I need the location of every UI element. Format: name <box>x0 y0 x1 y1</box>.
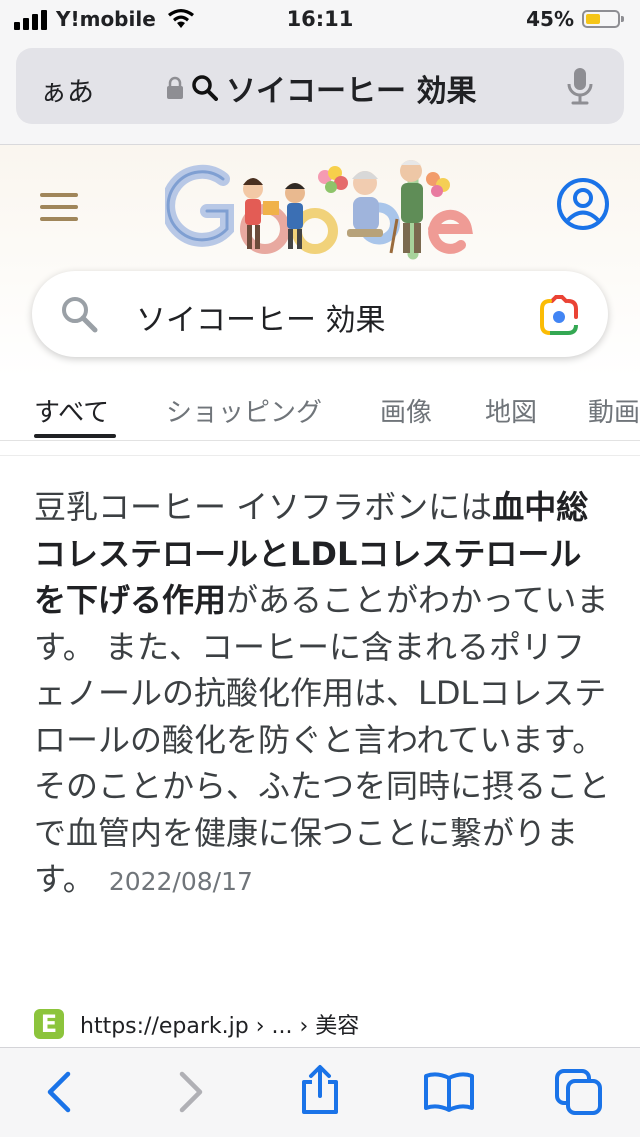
safari-toolbar <box>0 1047 640 1137</box>
menu-icon[interactable] <box>40 193 78 229</box>
site-favicon: E <box>34 1009 64 1039</box>
snippet-text-end: があることがわかっています。 また、コーヒーに含まれるポリフェノールの抗酸化作用… <box>34 581 611 898</box>
status-bar: Y!mobile 16:11 45% <box>0 0 640 40</box>
back-icon[interactable] <box>44 1070 74 1114</box>
tab-videos[interactable]: 動画 <box>588 392 640 429</box>
search-icon <box>62 297 98 333</box>
tabs-icon[interactable] <box>554 1068 604 1116</box>
snippet-text-start: 豆乳コーヒー イソフラボンには <box>34 488 493 526</box>
forward-icon[interactable] <box>176 1070 206 1114</box>
microphone-icon[interactable] <box>566 66 594 106</box>
battery-level <box>586 14 600 24</box>
address-bar[interactable]: ぁあ ソイコーヒー 効果 <box>16 48 624 124</box>
active-tab-indicator <box>34 434 116 438</box>
source-url[interactable]: https://epark.jp › ... › 美容 <box>80 1008 359 1040</box>
tab-images[interactable]: 画像 <box>380 392 432 429</box>
lock-icon <box>167 76 183 99</box>
reader-options-button[interactable]: ぁあ <box>40 70 94 109</box>
tab-all[interactable]: すべて <box>34 392 109 429</box>
google-lens-icon[interactable] <box>538 295 580 335</box>
doodle-people <box>243 160 450 254</box>
address-text: ソイコーヒー 効果 <box>226 74 477 109</box>
tab-maps[interactable]: 地図 <box>485 392 537 429</box>
tab-shopping[interactable]: ショッピング <box>166 392 322 429</box>
search-icon <box>192 75 218 101</box>
google-header: ソイコーヒー 効果 すべて ショッピング 画像 地図 動画 <box>0 145 640 455</box>
share-icon[interactable] <box>298 1064 342 1116</box>
featured-snippet: 豆乳コーヒー イソフラボンには血中総コレステロールとLDLコレステロールを下げる… <box>0 455 640 1048</box>
battery-percentage: 45% <box>526 7 574 31</box>
search-box[interactable]: ソイコーヒー 効果 <box>32 271 608 357</box>
search-tabs: すべて ショッピング 画像 地図 動画 <box>0 382 640 441</box>
safari-address-area: ぁあ ソイコーヒー 効果 <box>0 40 640 145</box>
result-source[interactable]: E https://epark.jp › ... › 美容 <box>34 1008 359 1040</box>
google-doodle[interactable] <box>165 149 475 269</box>
address-display[interactable]: ソイコーヒー 効果 <box>166 66 476 110</box>
account-icon[interactable] <box>556 177 610 231</box>
snippet-date: 2022/08/17 <box>108 867 253 896</box>
bookmarks-icon[interactable] <box>423 1070 475 1114</box>
search-query[interactable]: ソイコーヒー 効果 <box>136 295 386 339</box>
snippet-text: 豆乳コーヒー イソフラボンには血中総コレステロールとLDLコレステロールを下げる… <box>34 484 610 906</box>
battery-icon <box>582 10 624 28</box>
